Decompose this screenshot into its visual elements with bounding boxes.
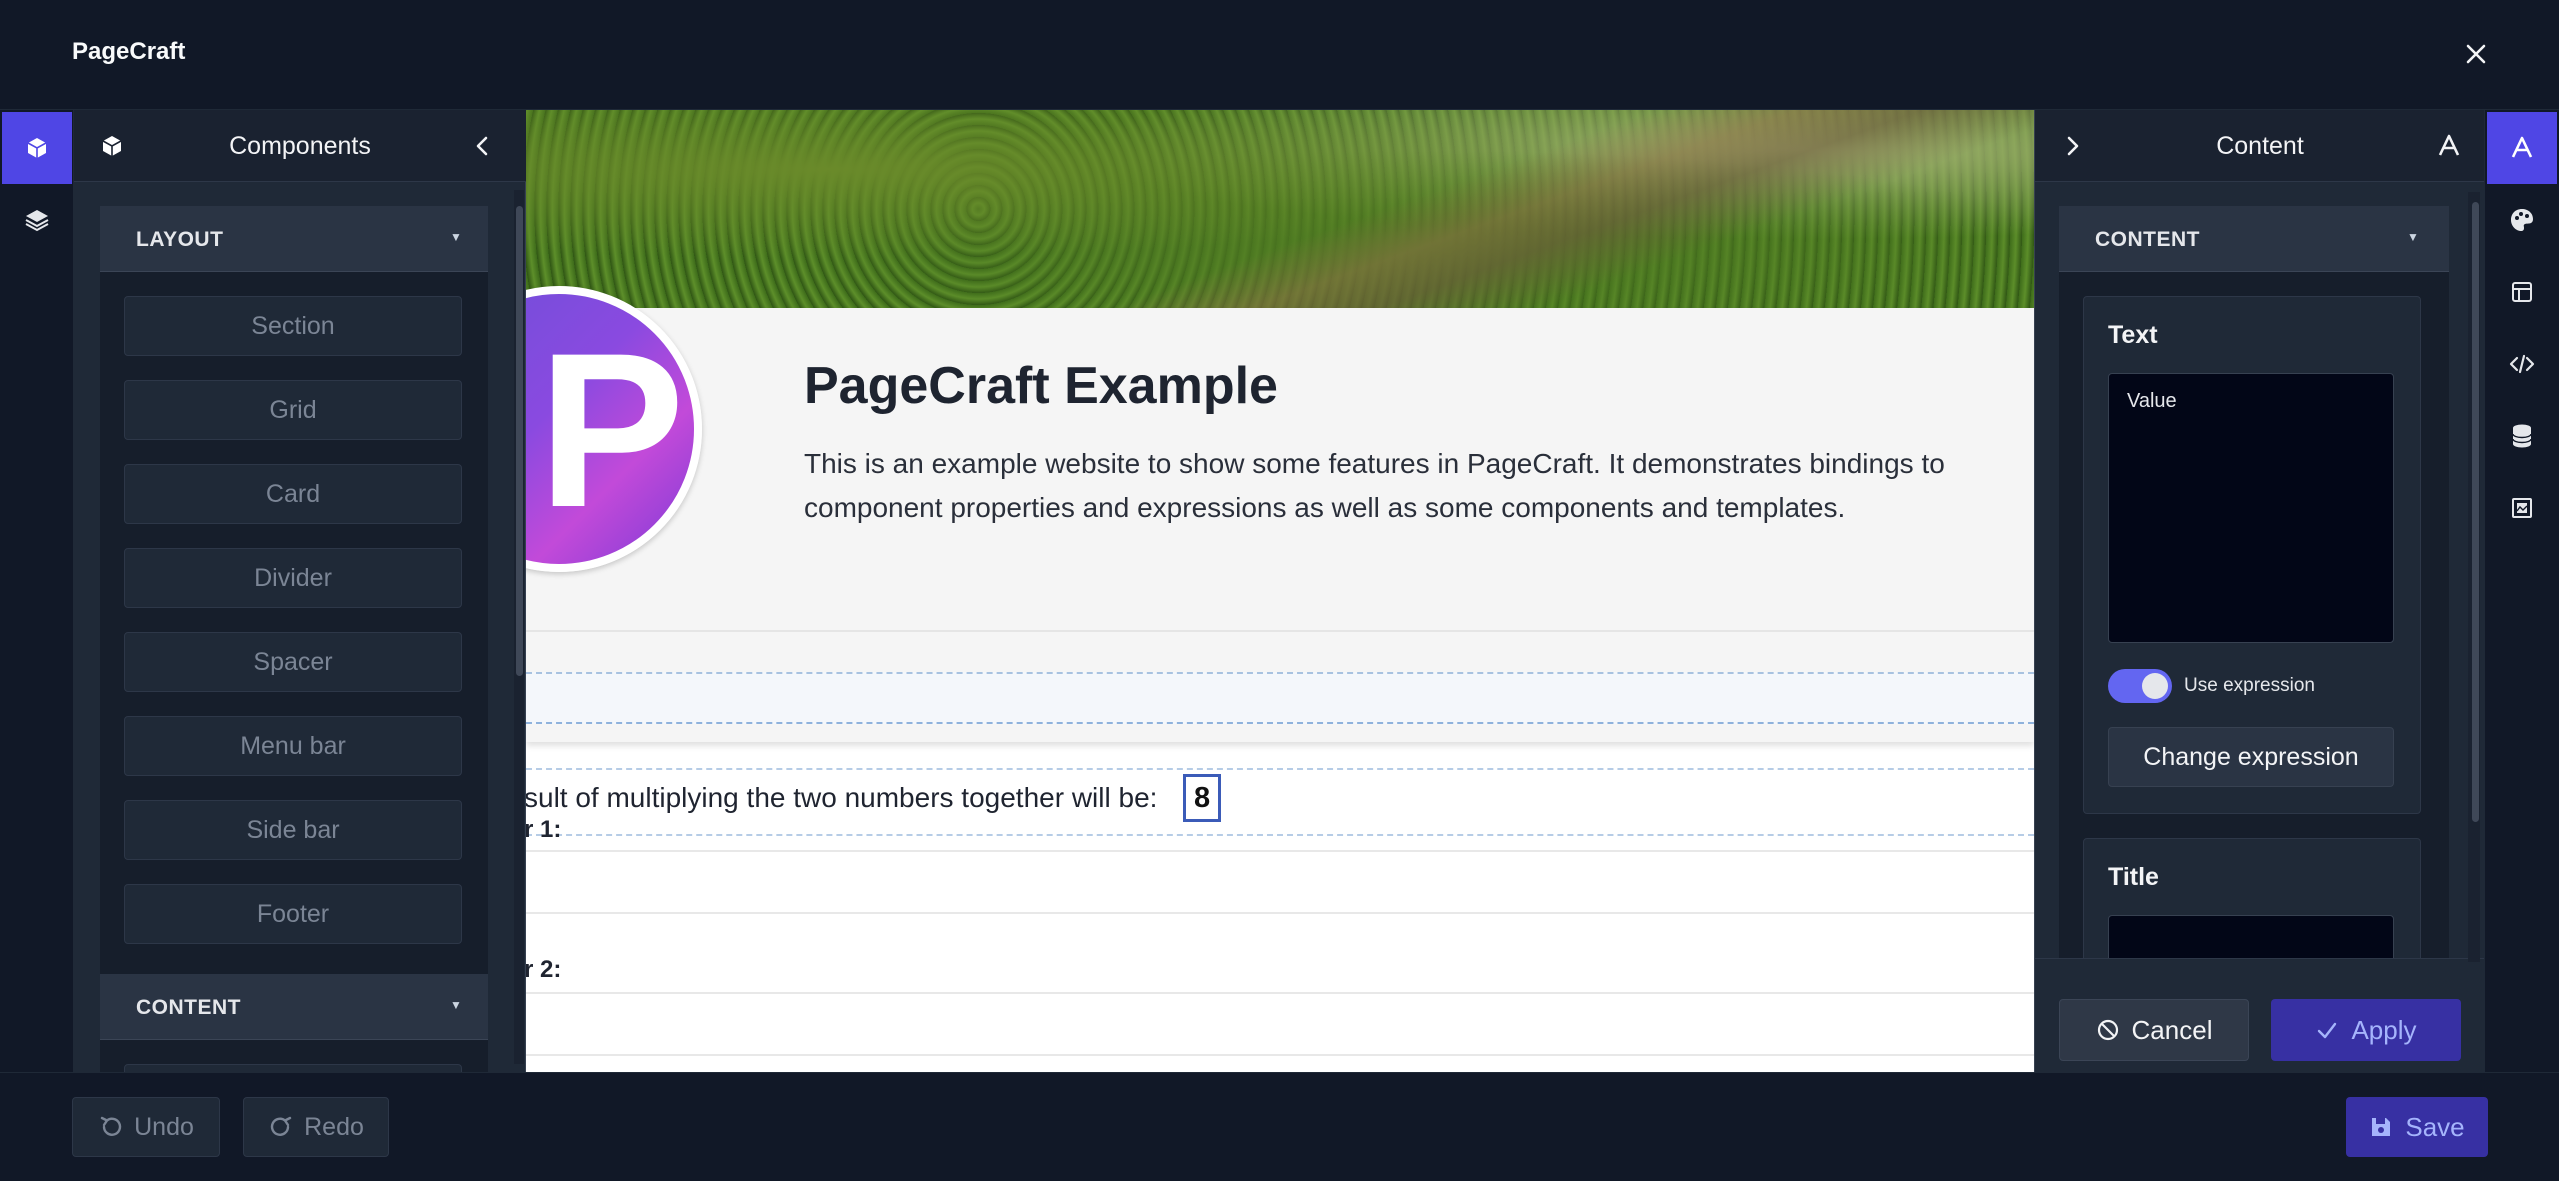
data-tab[interactable] bbox=[2487, 400, 2557, 472]
properties-footer: Cancel Apply bbox=[2035, 958, 2485, 1072]
undo-button[interactable]: Undo bbox=[72, 1097, 220, 1157]
code-icon bbox=[2509, 354, 2535, 374]
content-section-header[interactable]: CONTENT ▼ bbox=[2059, 206, 2449, 272]
toggle-knob bbox=[2142, 673, 2168, 699]
app-title: PageCraft bbox=[72, 38, 186, 65]
pagecraft-editor: PageCraft Components LAYOUT ▼ Section Gr… bbox=[0, 0, 2559, 1181]
text-property-card: Text Value Use expression Change express… bbox=[2083, 296, 2421, 814]
component-footer[interactable]: Footer bbox=[124, 884, 462, 944]
number2-input[interactable] bbox=[526, 992, 2034, 1056]
result-value-selected[interactable]: 8 bbox=[1183, 774, 1222, 822]
font-icon bbox=[2511, 136, 2533, 158]
redo-label: Redo bbox=[304, 1112, 364, 1141]
number2-label: r 2: bbox=[526, 956, 562, 983]
use-expression-toggle[interactable] bbox=[2108, 669, 2172, 703]
media-tab[interactable] bbox=[2487, 472, 2557, 544]
component-section[interactable]: Section bbox=[124, 296, 462, 356]
title-property-card: Title bbox=[2083, 838, 2421, 958]
palette-icon bbox=[2511, 209, 2533, 231]
cancel-button[interactable]: Cancel bbox=[2059, 999, 2249, 1061]
components-header: Components bbox=[74, 110, 526, 182]
right-icon-rail bbox=[2484, 110, 2559, 1072]
drop-zone[interactable] bbox=[526, 672, 2034, 724]
layout-items: Section Grid Card Divider Spacer Menu ba… bbox=[100, 272, 488, 974]
style-tab[interactable] bbox=[2487, 184, 2557, 256]
apply-button[interactable]: Apply bbox=[2271, 999, 2461, 1061]
close-icon bbox=[2466, 44, 2486, 64]
image-frame-icon bbox=[2512, 498, 2532, 518]
title-property-title: Title bbox=[2108, 863, 2159, 891]
top-bar: PageCraft bbox=[0, 0, 2559, 110]
drop-zone-line bbox=[526, 768, 2034, 770]
properties-title: Content bbox=[2216, 132, 2304, 160]
component-placeholder[interactable] bbox=[124, 1064, 462, 1072]
result-text[interactable]: sult of multiplying the two numbers toge… bbox=[526, 782, 1157, 814]
site-title[interactable]: PageCraft Example bbox=[804, 356, 1278, 416]
code-tab[interactable] bbox=[2487, 328, 2557, 400]
properties-header: Content bbox=[2035, 110, 2485, 182]
number1-label: r 1: bbox=[526, 816, 562, 843]
cube-icon bbox=[27, 138, 47, 158]
content-tab[interactable] bbox=[2487, 112, 2557, 184]
component-spacer[interactable]: Spacer bbox=[124, 632, 462, 692]
caret-down-icon: ▼ bbox=[450, 230, 462, 244]
left-icon-rail bbox=[0, 110, 74, 1072]
section-label: LAYOUT bbox=[136, 228, 224, 251]
logo-image[interactable]: P bbox=[526, 286, 702, 572]
font-icon bbox=[2431, 128, 2467, 164]
component-side-bar[interactable]: Side bar bbox=[124, 800, 462, 860]
component-grid[interactable]: Grid bbox=[124, 380, 462, 440]
section-layout-header[interactable]: LAYOUT ▼ bbox=[100, 206, 488, 272]
ban-icon bbox=[2097, 1019, 2118, 1041]
caret-down-icon: ▼ bbox=[2407, 230, 2419, 244]
use-expression-label: Use expression bbox=[2184, 675, 2315, 696]
save-icon bbox=[2372, 1118, 2391, 1136]
section-content-header[interactable]: CONTENT ▼ bbox=[100, 974, 488, 1040]
content-items bbox=[100, 1040, 488, 1072]
layout-icon bbox=[2512, 282, 2532, 302]
bottom-bar: Undo Redo Save bbox=[0, 1072, 2559, 1181]
layers-tab[interactable] bbox=[2, 184, 72, 256]
component-divider[interactable]: Divider bbox=[124, 548, 462, 608]
site-description[interactable]: This is an example website to show some … bbox=[804, 442, 2004, 530]
component-menu-bar[interactable]: Menu bar bbox=[124, 716, 462, 776]
components-panel: Components LAYOUT ▼ Section Grid Card Di… bbox=[74, 110, 526, 1072]
components-scrollbar-thumb[interactable] bbox=[516, 206, 523, 676]
save-button[interactable]: Save bbox=[2346, 1097, 2488, 1157]
undo-label: Undo bbox=[134, 1112, 194, 1141]
redo-button[interactable]: Redo bbox=[243, 1097, 389, 1157]
properties-panel: Content CONTENT ▼ Text Value Use express… bbox=[2034, 110, 2485, 1072]
text-value-textarea[interactable]: Value bbox=[2108, 373, 2394, 643]
layout-tab[interactable] bbox=[2487, 256, 2557, 328]
title-value-textarea[interactable] bbox=[2108, 915, 2394, 958]
collapse-panel-button[interactable] bbox=[464, 128, 500, 164]
component-card[interactable]: Card bbox=[124, 464, 462, 524]
redo-icon bbox=[270, 1116, 292, 1136]
components-tab[interactable] bbox=[2, 112, 72, 184]
section-label: CONTENT bbox=[136, 996, 241, 1019]
save-label: Save bbox=[2405, 1111, 2465, 1142]
logo-letter: P bbox=[538, 307, 685, 553]
undo-icon bbox=[100, 1116, 122, 1136]
check-icon bbox=[2318, 1022, 2337, 1039]
components-list: LAYOUT ▼ Section Grid Card Divider Space… bbox=[100, 206, 488, 1072]
page-canvas[interactable]: P PageCraft Example This is an example w… bbox=[526, 110, 2034, 1072]
change-expression-button[interactable]: Change expression bbox=[2108, 727, 2394, 787]
caret-down-icon: ▼ bbox=[450, 998, 462, 1012]
text-property-title: Text bbox=[2108, 321, 2158, 349]
database-icon bbox=[2512, 424, 2532, 448]
properties-scrollbar-thumb[interactable] bbox=[2472, 202, 2479, 822]
number1-input[interactable] bbox=[526, 850, 2034, 914]
cancel-label: Cancel bbox=[2131, 1014, 2213, 1045]
layers-icon bbox=[25, 210, 49, 232]
section-label: CONTENT bbox=[2095, 228, 2200, 251]
chevron-left-icon bbox=[476, 136, 488, 156]
properties-scroll-area: CONTENT ▼ Text Value Use expression Chan… bbox=[2059, 206, 2449, 958]
apply-label: Apply bbox=[2351, 1014, 2417, 1045]
hero-image[interactable] bbox=[526, 110, 2034, 308]
close-button[interactable] bbox=[2456, 34, 2496, 74]
components-title: Components bbox=[229, 132, 371, 160]
